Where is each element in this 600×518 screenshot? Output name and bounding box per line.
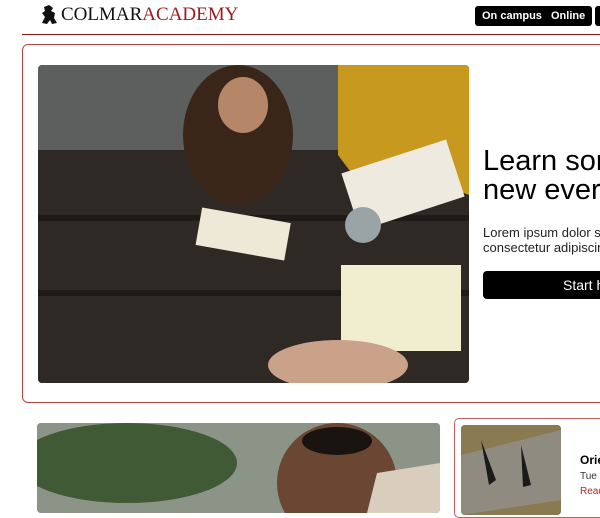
start-button[interactable]: Start h <box>483 271 600 299</box>
hero-title-line2: new every <box>483 174 600 206</box>
event-card[interactable]: Orie Tue 1 Read <box>454 418 600 518</box>
site-header: COLMAR ACADEMY On campus Online <box>0 0 600 36</box>
header-divider <box>22 34 600 35</box>
event-date: Tue 1 <box>580 471 600 482</box>
event-read-more-link[interactable]: Read <box>580 486 600 497</box>
hero-card: Learn somnew every Lorem ipsum dolor sit… <box>22 44 600 403</box>
nav-button-more[interactable] <box>595 6 600 26</box>
hero-image <box>38 65 469 383</box>
hero-lead: Lorem ipsum dolor sit consectetur adipisc… <box>483 225 600 255</box>
online-button[interactable]: Online <box>544 6 593 26</box>
hero-title-line1: Learn som <box>483 145 600 177</box>
event-title: Orie <box>580 453 600 467</box>
logo[interactable]: COLMAR ACADEMY <box>40 4 238 26</box>
logo-text-colmar: COLMAR <box>61 4 143 25</box>
hero-lead-line1: Lorem ipsum dolor sit <box>483 225 600 240</box>
on-campus-button[interactable]: On campus <box>475 6 549 26</box>
hero-lead-line2: consectetur adipiscing <box>483 240 600 255</box>
event-image <box>461 425 561 515</box>
logo-text-academy: ACADEMY <box>142 4 239 25</box>
lion-icon <box>42 5 57 24</box>
hero-title: Learn somnew every <box>483 147 600 205</box>
